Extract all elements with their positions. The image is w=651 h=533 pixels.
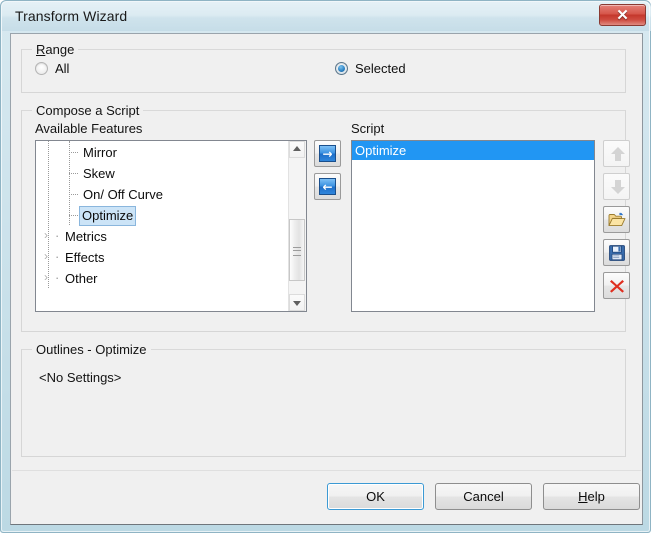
close-icon: ✕ <box>600 5 645 25</box>
tree-dot-icon: · <box>55 225 59 246</box>
help-button-label-rest: elp <box>588 489 605 504</box>
help-button[interactable]: Help <box>543 483 640 510</box>
move-down-button <box>603 173 630 200</box>
arrow-up-icon <box>604 141 629 166</box>
tree-item-mirror[interactable]: Mirror <box>36 141 289 162</box>
radio-selected-label: Selected <box>355 61 406 76</box>
tree-item-on-off-curve[interactable]: On/ Off Curve <box>36 183 289 204</box>
chevron-right-icon[interactable]: › <box>44 225 48 246</box>
settings-group-title: Outlines - Optimize <box>32 342 151 357</box>
triangle-down-icon <box>293 301 301 306</box>
tree-dot-icon: · <box>55 267 59 288</box>
tree-item-label: On/ Off Curve <box>80 186 166 204</box>
radio-selected-indicator[interactable] <box>335 62 348 75</box>
tree-elbow-icon <box>69 152 78 153</box>
move-up-button <box>603 140 630 167</box>
radio-all-indicator[interactable] <box>35 62 48 75</box>
cancel-button[interactable]: Cancel <box>435 483 532 510</box>
open-script-button[interactable] <box>603 206 630 233</box>
title-bar[interactable]: Transform Wizard ✕ <box>2 2 651 31</box>
tree-elbow-icon <box>69 215 78 216</box>
ok-button[interactable]: OK <box>327 483 424 510</box>
tree-scrollbar[interactable] <box>288 141 306 311</box>
settings-content: <No Settings> <box>39 370 121 385</box>
dialog-client-area: Range All Selected Compose a Script Avai… <box>10 33 643 525</box>
tree-elbow-icon <box>69 173 78 174</box>
scrollbar-thumb[interactable] <box>289 219 305 281</box>
tree-item-effects[interactable]: › · Effects <box>36 246 289 267</box>
tree-item-optimize[interactable]: Optimize <box>36 204 289 225</box>
tree-item-label: Optimize <box>79 206 136 226</box>
radio-all[interactable]: All <box>35 61 69 76</box>
range-group-title: Range <box>32 42 78 57</box>
range-groupbox: Range All Selected <box>21 49 626 93</box>
tree-item-label: Effects <box>62 249 108 267</box>
script-label: Script <box>351 121 384 136</box>
arrow-down-icon <box>604 174 629 199</box>
available-features-label: Available Features <box>35 121 142 136</box>
grip-lines-icon <box>293 247 301 256</box>
chevron-right-icon[interactable]: › <box>44 267 48 288</box>
arrow-left-icon: ← <box>315 174 340 199</box>
window-title: Transform Wizard <box>15 8 127 24</box>
tree-item-label: Metrics <box>62 228 110 246</box>
dialog-footer: OK Cancel Help <box>12 470 641 523</box>
close-button[interactable]: ✕ <box>599 4 646 26</box>
tree-item-metrics[interactable]: › · Metrics <box>36 225 289 246</box>
scrollbar-up-button[interactable] <box>289 141 305 158</box>
tree-elbow-icon <box>69 194 78 195</box>
available-features-tree[interactable]: Mirror Skew On/ Off Curve <box>35 140 307 312</box>
help-button-mnemonic: H <box>578 489 587 504</box>
radio-selected[interactable]: Selected <box>335 61 406 76</box>
red-x-icon <box>604 273 629 298</box>
tree-viewport: Mirror Skew On/ Off Curve <box>36 141 289 311</box>
compose-script-group-title: Compose a Script <box>32 103 143 118</box>
scrollbar-down-button[interactable] <box>289 294 305 311</box>
chevron-right-icon[interactable]: › <box>44 246 48 267</box>
remove-from-script-button[interactable]: ← <box>314 173 341 200</box>
settings-groupbox: Outlines - Optimize <No Settings> <box>21 349 626 457</box>
tree-dot-icon: · <box>55 246 59 267</box>
save-script-button[interactable] <box>603 239 630 266</box>
radio-all-label: All <box>55 61 69 76</box>
tree-item-other[interactable]: › · Other <box>36 267 289 288</box>
open-folder-icon <box>604 207 629 232</box>
arrow-right-icon: → <box>315 141 340 166</box>
compose-script-groupbox: Compose a Script Available Features Mirr… <box>21 110 626 332</box>
tree-item-label: Mirror <box>80 144 120 162</box>
tree-item-label: Skew <box>80 165 118 183</box>
script-list-item[interactable]: Optimize <box>352 141 594 160</box>
delete-script-button[interactable] <box>603 272 630 299</box>
tree-item-label: Other <box>62 270 101 288</box>
add-to-script-button[interactable]: → <box>314 140 341 167</box>
script-list[interactable]: Optimize <box>351 140 595 312</box>
triangle-up-icon <box>293 146 301 151</box>
floppy-disk-icon <box>604 240 629 265</box>
dialog-window: Transform Wizard ✕ Range All Selected Co… <box>0 0 651 533</box>
tree-item-skew[interactable]: Skew <box>36 162 289 183</box>
